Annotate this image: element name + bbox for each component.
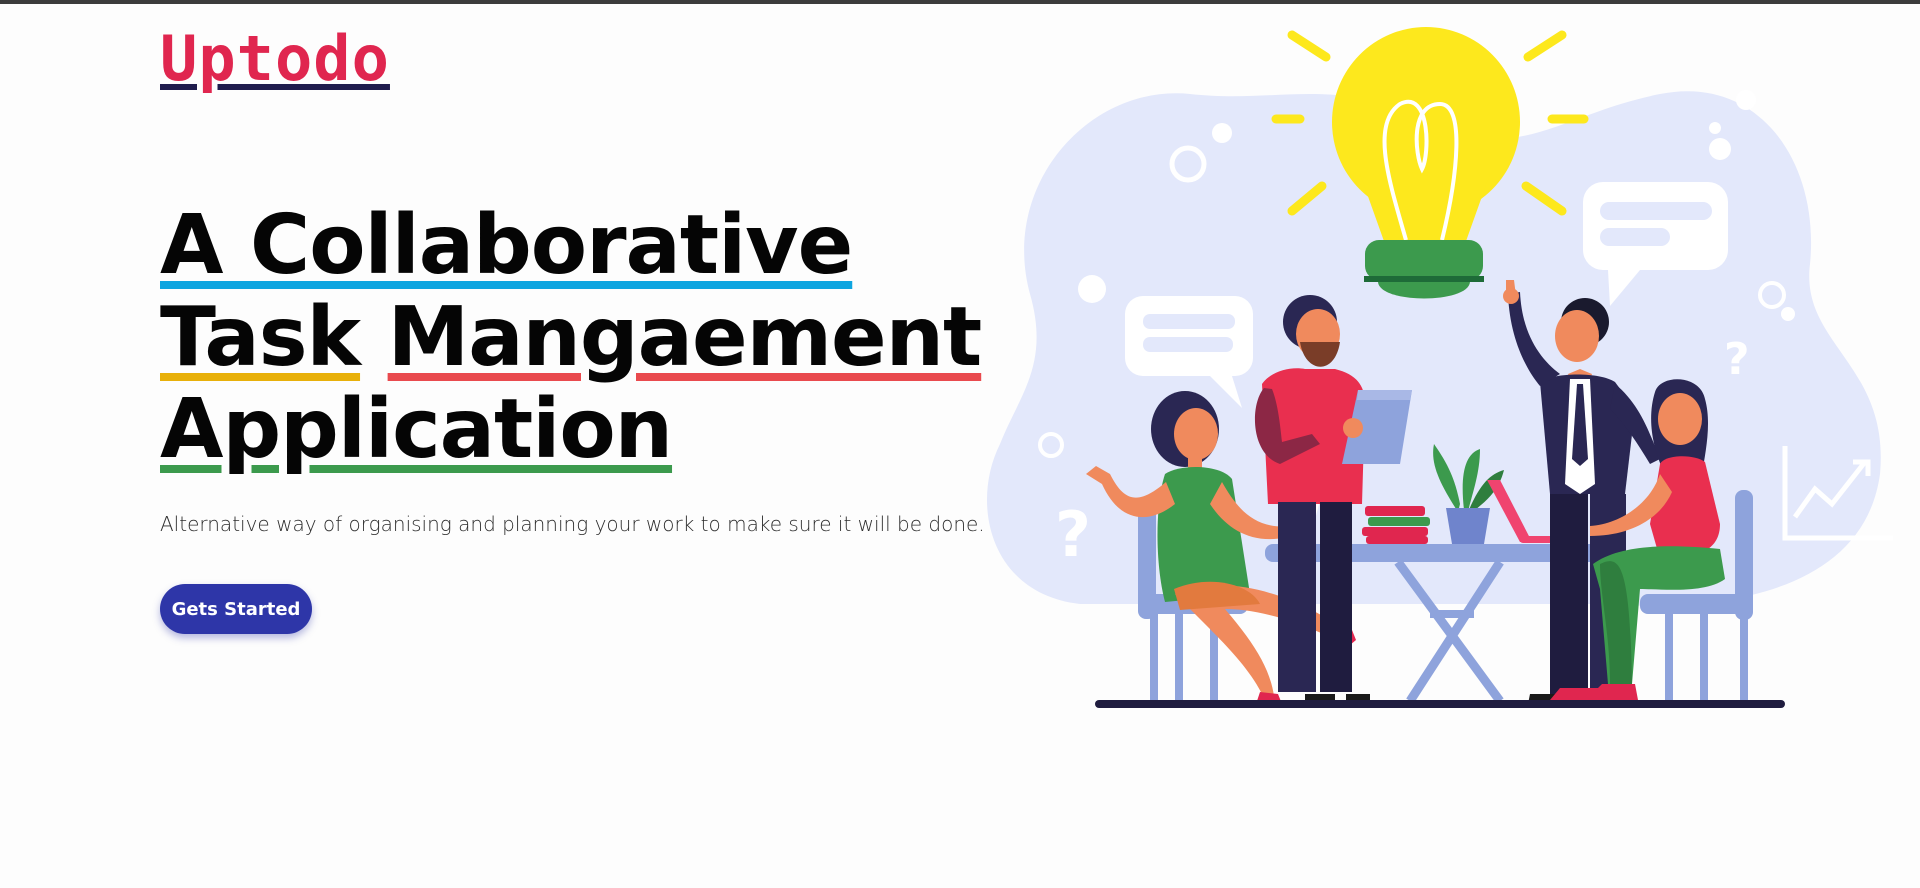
question-mark-left: ? <box>1055 498 1091 571</box>
get-started-button[interactable]: Gets Started <box>160 584 312 634</box>
headline-word-task: Task <box>160 290 361 385</box>
question-mark-right: ? <box>1724 334 1750 385</box>
headline-word-collaborative: A Collaborative <box>160 198 853 293</box>
headline-line-2: Task Mangaement <box>160 290 983 385</box>
headline-line-3: Application <box>160 384 981 476</box>
hero-headline: A Collaborative Task Mangaement Applicat… <box>160 200 983 476</box>
hero-subtitle: Alternative way of organising and planni… <box>160 512 985 536</box>
books-icon <box>1362 506 1430 544</box>
headline-word-application: Application <box>160 382 673 477</box>
logo[interactable]: Uptodo <box>160 24 390 94</box>
team-brainstorm-illustration: ? ? <box>986 27 1893 708</box>
headline-line-1: A Collaborative <box>160 200 981 292</box>
floor-line <box>1095 700 1785 708</box>
headline-word-management: Mangaement <box>387 290 983 385</box>
